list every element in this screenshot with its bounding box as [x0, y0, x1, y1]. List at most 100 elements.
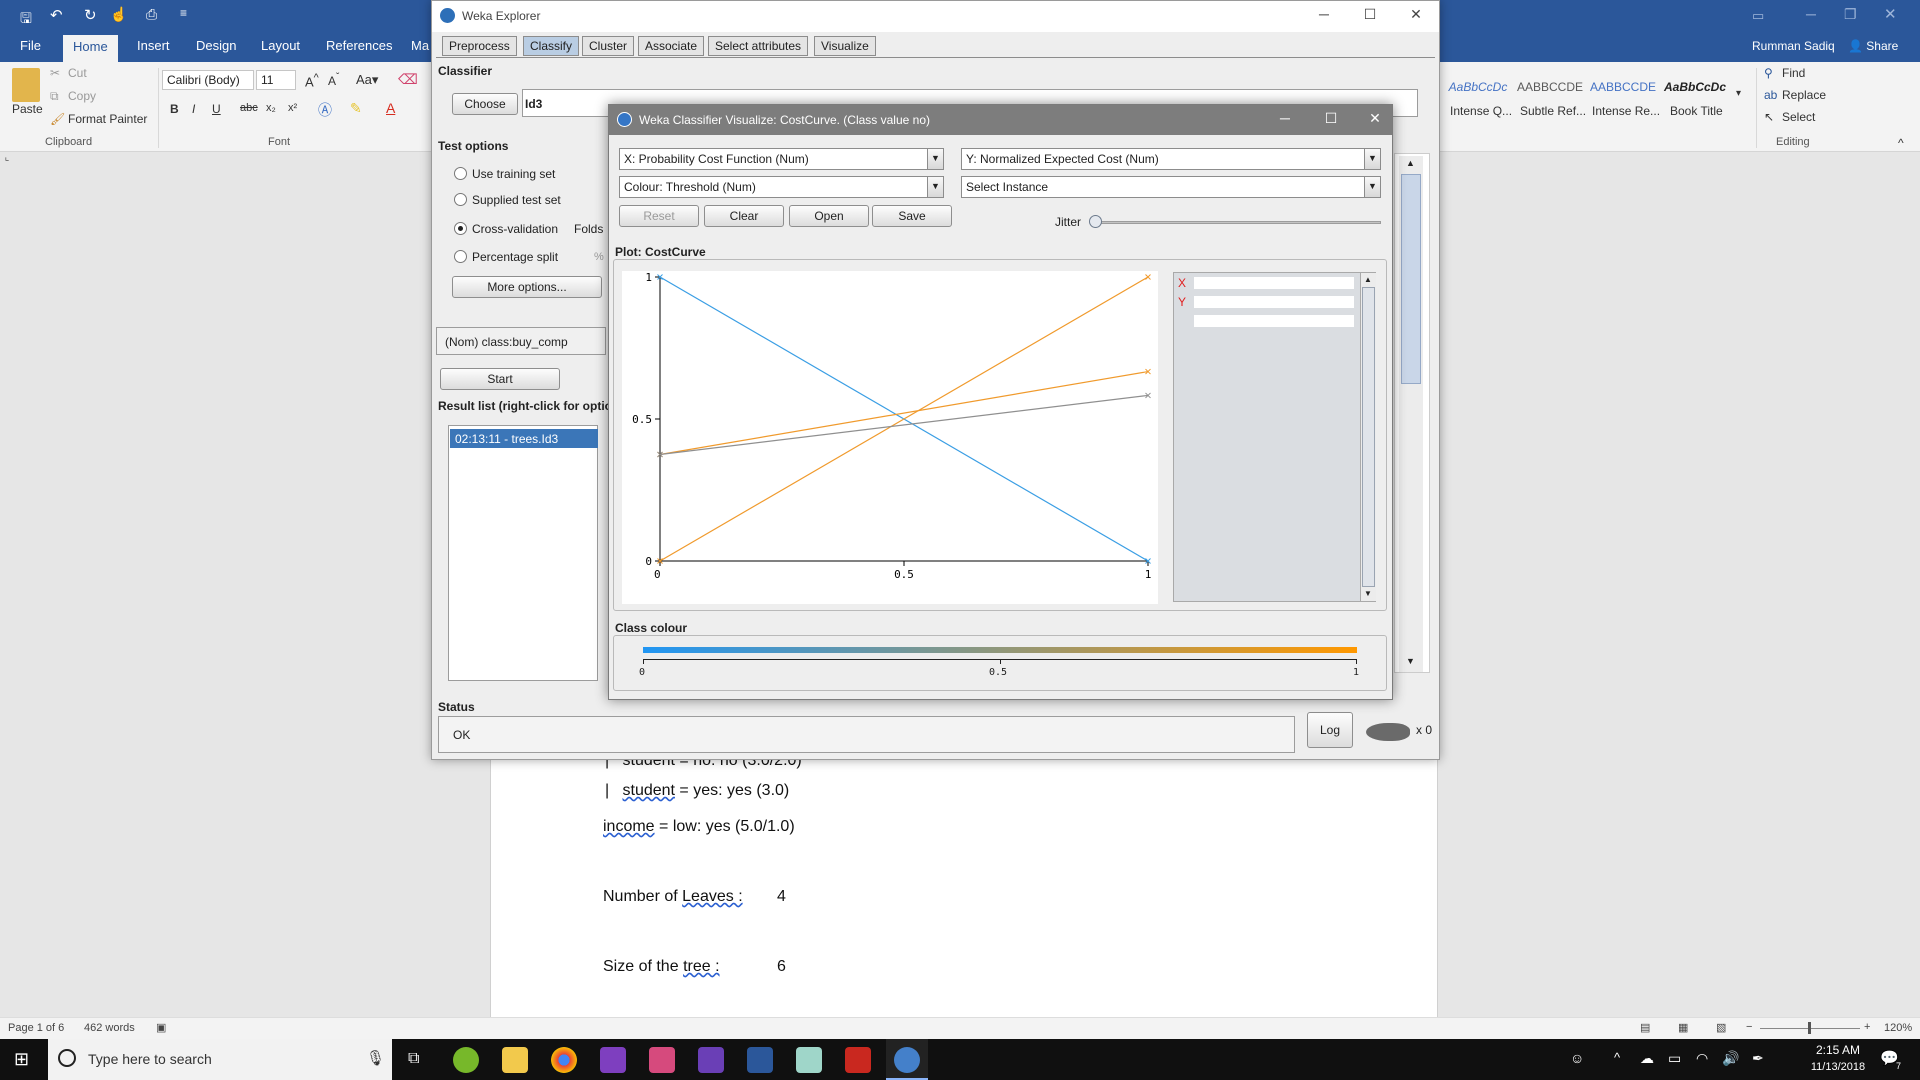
- output-scrollbar[interactable]: ▲ ▼: [1399, 156, 1423, 672]
- web-layout-icon[interactable]: ▧: [1716, 1021, 1726, 1034]
- minimize-icon[interactable]: ─: [1806, 6, 1816, 22]
- tab-associate[interactable]: Associate: [638, 36, 705, 56]
- tab-visualize[interactable]: Visualize: [814, 36, 876, 56]
- grow-font-icon[interactable]: A^: [305, 72, 319, 89]
- scroll-up-icon[interactable]: ▲: [1364, 275, 1372, 284]
- share-button[interactable]: 👤 Share: [1848, 39, 1898, 53]
- zoom-in-icon[interactable]: +: [1864, 1021, 1870, 1033]
- page-count[interactable]: Page 1 of 6: [8, 1022, 64, 1034]
- tab-design[interactable]: Design: [196, 38, 236, 53]
- italic-icon[interactable]: I: [192, 102, 195, 116]
- zoom-slider-thumb[interactable]: [1808, 1022, 1811, 1034]
- microphone-icon[interactable]: 🎙: [366, 1049, 385, 1067]
- tab-classify[interactable]: Classify: [523, 36, 580, 56]
- filezilla-icon[interactable]: [845, 1047, 871, 1073]
- result-list[interactable]: 02:13:11 - trees.Id3: [448, 425, 598, 681]
- save-button[interactable]: Save: [872, 205, 952, 227]
- ruler-tab-icon[interactable]: ⌞: [0, 152, 14, 166]
- people-icon[interactable]: ☺: [1570, 1050, 1584, 1066]
- log-button[interactable]: Log: [1307, 712, 1353, 748]
- clock-date[interactable]: 11/13/2018: [1800, 1061, 1876, 1073]
- customize-icon[interactable]: ≡: [180, 6, 187, 20]
- attribute-bar-3[interactable]: [1194, 315, 1354, 327]
- ribbon-display-icon[interactable]: ▭: [1752, 8, 1764, 24]
- percentage-split-radio[interactable]: [454, 250, 467, 263]
- superscript-icon[interactable]: x²: [288, 102, 297, 114]
- print-layout-icon[interactable]: ▦: [1678, 1021, 1688, 1034]
- onedrive-icon[interactable]: ☁: [1640, 1050, 1654, 1067]
- read-mode-icon[interactable]: ▤: [1640, 1021, 1650, 1034]
- cross-validation-radio[interactable]: [454, 222, 467, 235]
- save-icon[interactable]: 🖫: [20, 8, 32, 32]
- utorrent-icon[interactable]: [453, 1047, 479, 1073]
- phpstorm-icon[interactable]: [600, 1047, 626, 1073]
- output-scroll-thumb[interactable]: [1401, 174, 1421, 384]
- user-name[interactable]: Rumman Sadiq: [1752, 39, 1835, 53]
- undo-icon[interactable]: ↶: [50, 6, 63, 24]
- file-explorer-icon[interactable]: [502, 1047, 528, 1073]
- style-preview-2[interactable]: AABBCCDE: [1515, 80, 1585, 94]
- windows-start-icon[interactable]: ⊞: [14, 1049, 29, 1070]
- tab-preprocess[interactable]: Preprocess: [442, 36, 517, 56]
- paste-icon[interactable]: [12, 68, 40, 102]
- attribute-legend-panel[interactable]: X Y ▲ ▼: [1173, 272, 1376, 602]
- find-button[interactable]: Find: [1782, 66, 1805, 80]
- subscript-icon[interactable]: x₂: [266, 102, 276, 114]
- battery-icon[interactable]: ▭: [1668, 1050, 1681, 1067]
- minimize-icon[interactable]: ─: [1314, 6, 1334, 26]
- print-preview-icon[interactable]: ⎙: [146, 6, 157, 23]
- tab-select-attributes[interactable]: Select attributes: [708, 36, 809, 56]
- explorer-title-bar[interactable]: Weka Explorer ─ ☐ ✕: [432, 1, 1439, 32]
- use-training-set-radio[interactable]: [454, 167, 467, 180]
- copy-button[interactable]: Copy: [68, 89, 96, 103]
- clear-button[interactable]: Clear: [704, 205, 784, 227]
- select-instance-select[interactable]: Select Instance ▼: [961, 176, 1381, 198]
- tab-home[interactable]: Home: [63, 35, 118, 62]
- intellij-icon[interactable]: [649, 1047, 675, 1073]
- zoom-out-icon[interactable]: −: [1746, 1021, 1752, 1033]
- maximize-icon[interactable]: ☐: [1360, 6, 1380, 26]
- close-icon[interactable]: ✕: [1406, 6, 1426, 26]
- scroll-down-icon[interactable]: ▼: [1406, 656, 1415, 666]
- touch-icon[interactable]: ☝: [110, 6, 127, 23]
- redo-icon[interactable]: ↻: [84, 6, 97, 24]
- zoom-level[interactable]: 120%: [1884, 1022, 1912, 1034]
- underline-icon[interactable]: U: [212, 102, 221, 116]
- task-view-icon[interactable]: ⧉: [408, 1050, 419, 1068]
- taskbar-search[interactable]: Type here to search 🎙: [48, 1039, 392, 1080]
- tab-insert[interactable]: Insert: [137, 38, 170, 53]
- cost-curve-svg[interactable]: 0 0.5 1 0 0.5 1: [622, 271, 1158, 604]
- tab-references[interactable]: References: [326, 38, 392, 53]
- styles-more-icon[interactable]: ▾: [1736, 88, 1741, 99]
- change-case-icon[interactable]: Aa▾: [356, 72, 378, 88]
- clear-formatting-icon[interactable]: ⌫: [398, 71, 418, 88]
- class-attribute-select[interactable]: (Nom) class:buy_comp: [436, 327, 606, 355]
- highlight-icon[interactable]: ✎: [350, 100, 362, 117]
- tab-file[interactable]: File: [20, 38, 41, 53]
- jitter-slider-thumb[interactable]: [1089, 215, 1102, 228]
- visual-studio-icon[interactable]: [698, 1047, 724, 1073]
- bold-icon[interactable]: B: [170, 102, 179, 116]
- select-button[interactable]: Select: [1782, 110, 1815, 124]
- close-icon[interactable]: ✕: [1884, 5, 1897, 23]
- wifi-icon[interactable]: ◠: [1696, 1050, 1708, 1067]
- font-color-icon[interactable]: A: [386, 100, 395, 116]
- jitter-slider[interactable]: [1091, 221, 1381, 224]
- proofing-icon[interactable]: ▣: [156, 1021, 166, 1034]
- strikethrough-icon[interactable]: abc: [240, 102, 258, 114]
- result-list-item[interactable]: 02:13:11 - trees.Id3: [450, 429, 598, 448]
- style-preview-1[interactable]: AaBbCcDc: [1443, 80, 1513, 94]
- minimize-icon[interactable]: ─: [1275, 110, 1295, 130]
- attribute-bar-2[interactable]: [1194, 296, 1354, 308]
- font-size-select[interactable]: 11: [256, 70, 296, 90]
- style-preview-3[interactable]: AABBCCDE: [1588, 80, 1658, 94]
- reset-button[interactable]: Reset: [619, 205, 699, 227]
- style-preview-4[interactable]: AaBbCcDc: [1660, 80, 1730, 94]
- replace-button[interactable]: Replace: [1782, 88, 1826, 102]
- supplied-test-set-radio[interactable]: [454, 193, 467, 206]
- legend-scroll-thumb[interactable]: [1362, 287, 1375, 587]
- output-panel[interactable]: ▲ ▼: [1394, 153, 1430, 673]
- more-options-button[interactable]: More options...: [452, 276, 602, 298]
- cost-curve-plot[interactable]: 0 0.5 1 0 0.5 1: [622, 271, 1158, 604]
- chrome-icon[interactable]: [551, 1047, 577, 1073]
